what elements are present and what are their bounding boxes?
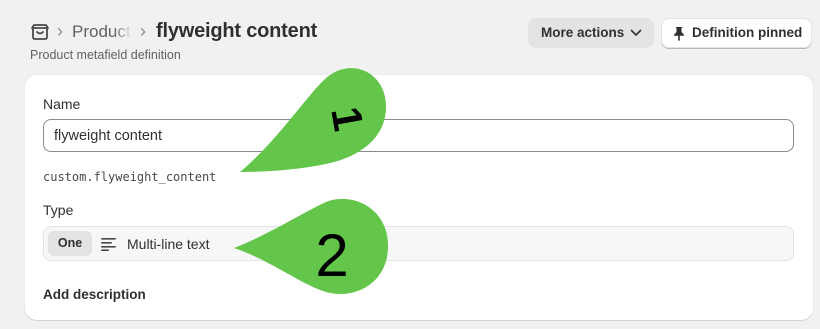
breadcrumb-separator-icon: ›: [57, 21, 63, 41]
definition-pinned-label: Definition pinned: [692, 25, 803, 40]
type-count-badge: One: [48, 231, 92, 256]
product-icon[interactable]: [30, 23, 50, 41]
add-description-link[interactable]: Add description: [43, 287, 146, 302]
pin-icon: [674, 27, 684, 41]
annotation-marker-1: 1: [240, 68, 386, 172]
name-label: Name: [43, 96, 81, 112]
multi-line-text-icon: [101, 238, 116, 251]
type-label: Type: [43, 202, 74, 218]
breadcrumb-separator-icon: ›: [140, 21, 146, 41]
more-actions-label: More actions: [541, 25, 625, 40]
page-title: flyweight content: [156, 20, 318, 42]
page-subtitle: Product metafield definition: [30, 48, 181, 62]
namespace-key: custom.flyweight_content: [43, 170, 217, 184]
chevron-down-icon: [630, 29, 642, 36]
more-actions-button[interactable]: More actions: [528, 18, 654, 48]
definition-pinned-button[interactable]: Definition pinned: [661, 18, 812, 48]
name-input[interactable]: [43, 119, 794, 152]
breadcrumb-products-link[interactable]: Products: [72, 22, 132, 42]
definition-card: Name custom.flyweight_content Type One M…: [25, 75, 813, 320]
page-header: › Products › flyweight content Product m…: [0, 0, 820, 70]
annotation-marker-2-label: 2: [315, 222, 348, 289]
type-value: Multi-line text: [127, 236, 210, 252]
type-field: One Multi-line text: [43, 226, 794, 261]
annotation-marker-2: 2: [234, 198, 388, 295]
